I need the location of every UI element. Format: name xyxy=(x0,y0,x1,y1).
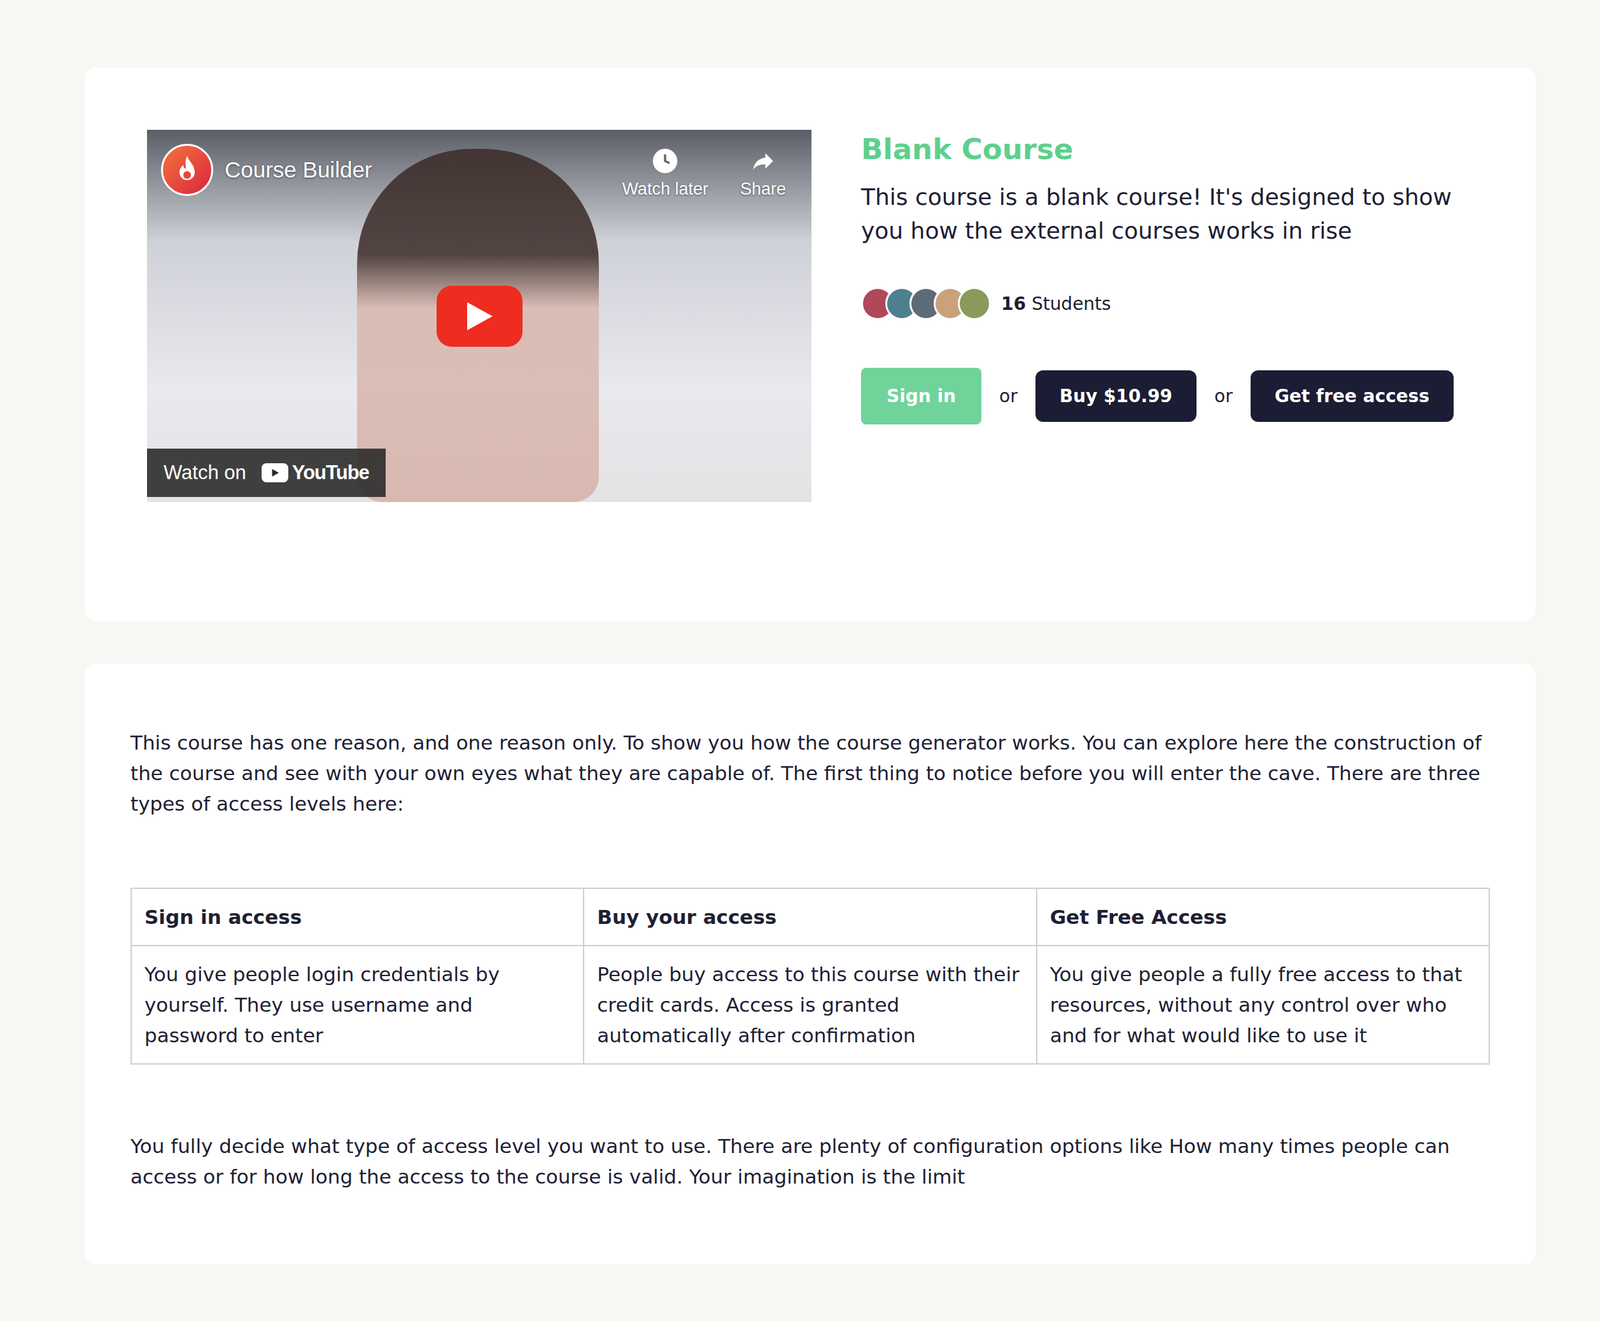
table-cell: People buy access to this course with th… xyxy=(583,945,1037,1065)
page: Course Builder Watch later Share Watch onYo… xyxy=(0,0,1600,1316)
player-actions: Watch later Share xyxy=(621,143,786,200)
separator: or xyxy=(999,385,1018,407)
video-player[interactable]: Course Builder Watch later Share Watch onYo… xyxy=(147,129,812,503)
hero-row: Course Builder Watch later Share Watch onYo… xyxy=(147,129,1474,503)
player-action[interactable]: Share xyxy=(740,147,786,200)
player-action[interactable]: Watch later xyxy=(621,147,709,200)
access-table: Sign in accessBuy your accessGet Free Ac… xyxy=(130,887,1490,1065)
table-header: Sign in access xyxy=(131,888,584,946)
course-info: Blank Course This course is a blank cours… xyxy=(861,129,1474,425)
channel[interactable]: Course Builder xyxy=(161,143,373,197)
access-buttons: Sign in or Buy $10.99 or Get free access xyxy=(861,367,1474,425)
clock-icon xyxy=(651,147,679,175)
avatar-stack xyxy=(861,287,991,321)
watch-on-youtube[interactable]: Watch onYouTube xyxy=(147,448,386,498)
student-avatar xyxy=(957,287,991,321)
details-card: This course has one reason, and one reas… xyxy=(84,663,1536,1265)
course-description: This course is a blank course! It's desi… xyxy=(861,180,1474,248)
flame-icon xyxy=(174,154,200,186)
separator: or xyxy=(1214,385,1233,407)
intro-text: This course has one reason, and one reas… xyxy=(130,727,1490,820)
play-button[interactable] xyxy=(436,285,523,347)
table-header-row: Sign in accessBuy your accessGet Free Ac… xyxy=(131,888,1490,946)
table-header: Buy your access xyxy=(583,888,1037,946)
channel-name[interactable]: Course Builder xyxy=(224,157,373,183)
table-header: Get Free Access xyxy=(1036,888,1490,946)
share-icon xyxy=(749,147,777,175)
access-button[interactable]: Sign in xyxy=(861,367,982,425)
table-cell: You give people a fully free access to t… xyxy=(1036,945,1490,1065)
course-title: Blank Course xyxy=(861,132,1474,167)
students: 16 Students xyxy=(861,287,1474,321)
access-button[interactable]: Buy $10.99 xyxy=(1035,370,1197,422)
students-count: 16 Students xyxy=(1001,293,1112,315)
player-top-bar: Course Builder Watch later Share xyxy=(147,129,812,200)
table-row: You give people login credentials by you… xyxy=(131,945,1490,1065)
outro-text: You fully decide what type of access lev… xyxy=(130,1130,1490,1193)
access-button[interactable]: Get free access xyxy=(1250,370,1454,422)
channel-logo[interactable] xyxy=(161,143,214,197)
table-cell: You give people login credentials by you… xyxy=(131,945,584,1065)
play-icon xyxy=(467,302,493,331)
course-card: Course Builder Watch later Share Watch onYo… xyxy=(84,67,1536,622)
youtube-icon xyxy=(261,463,289,483)
